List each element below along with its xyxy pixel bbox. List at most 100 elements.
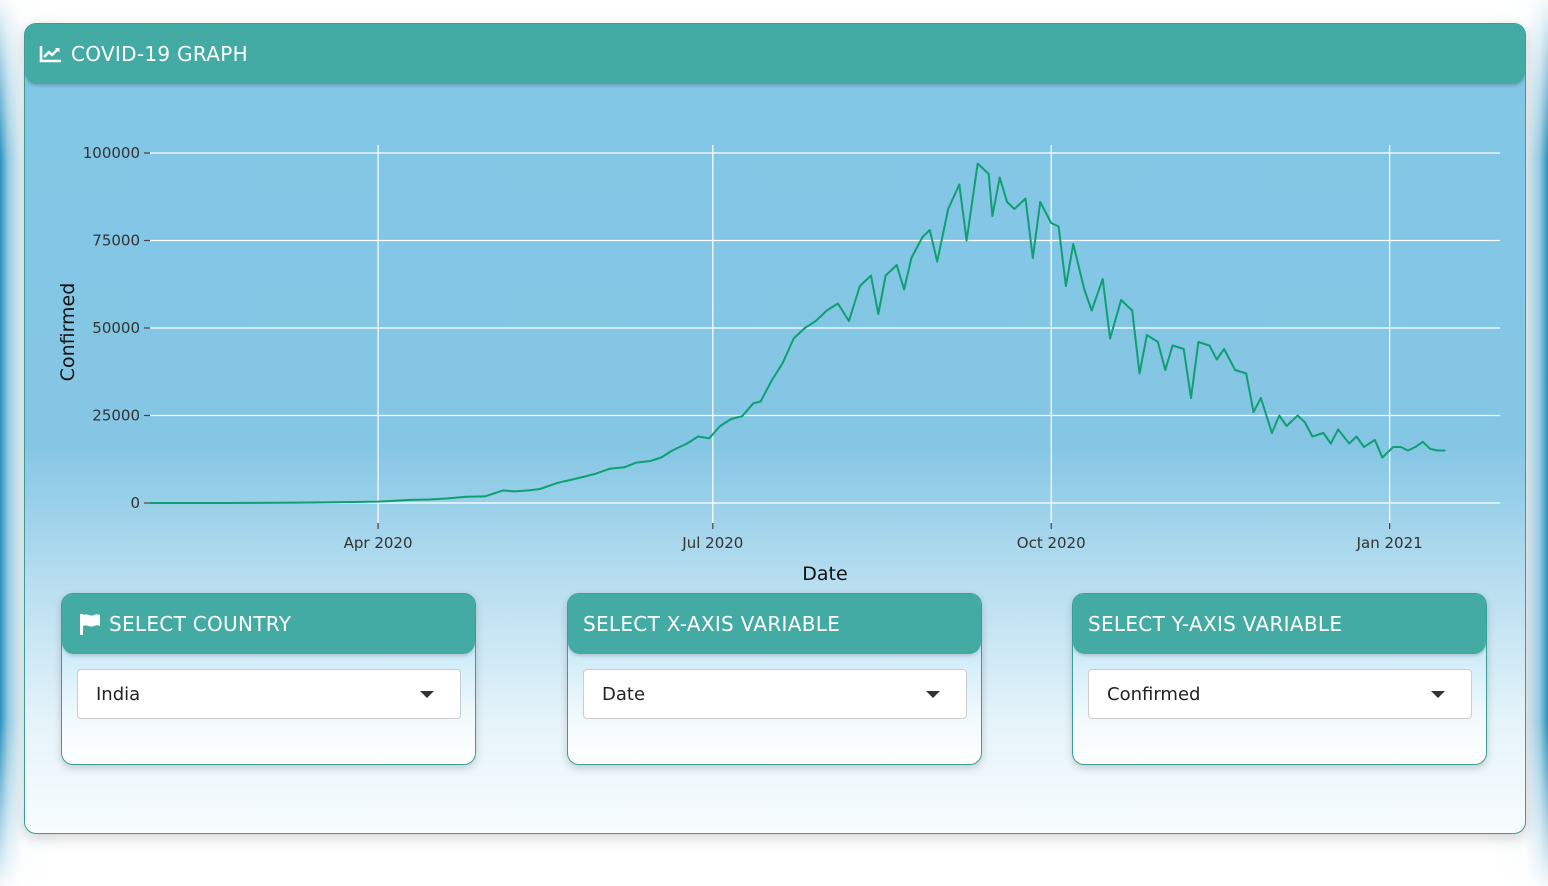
data-point: [226, 502, 229, 504]
data-point: [697, 435, 699, 438]
caret-down-icon[interactable]: [420, 691, 434, 698]
data-point: [1208, 344, 1211, 347]
data-point: [1304, 421, 1306, 424]
data-point: [998, 176, 1001, 179]
country-selector-card: SELECT COUNTRY India: [61, 593, 476, 765]
data-point: [884, 274, 887, 277]
data-point: [1329, 442, 1332, 445]
data-point: [1252, 411, 1255, 413]
caret-down-icon[interactable]: [926, 691, 940, 698]
data-point: [1109, 337, 1111, 340]
data-point: [741, 415, 744, 418]
data-point: [1197, 341, 1200, 343]
data-point: [903, 288, 905, 291]
data-point: [947, 208, 950, 210]
y-axis-selector-title: SELECT Y-AXIS VARIABLE: [1088, 612, 1343, 636]
data-point: [752, 402, 755, 405]
data-point: [719, 425, 722, 427]
data-point: [1381, 456, 1384, 459]
data-point: [1006, 201, 1008, 203]
data-point: [660, 456, 663, 459]
data-point: [149, 502, 151, 504]
x-tick-label: Jul 2020: [681, 534, 743, 552]
data-point: [1072, 243, 1075, 245]
data-point: [991, 215, 994, 217]
data-point: [686, 442, 688, 445]
data-point: [1182, 348, 1185, 350]
data-point: [1190, 397, 1192, 399]
data-point: [410, 499, 413, 501]
y-axis-dropdown[interactable]: Confirmed: [1088, 669, 1472, 719]
data-point: [895, 264, 898, 266]
y-tick-label: 100000: [83, 144, 140, 162]
y-tick-label: 25000: [92, 407, 140, 425]
covid-line-chart[interactable]: 0 25000 50000 75000 100000 Apr 2020 Jul 2020 Oc…: [0, 0, 1548, 600]
data-point: [921, 236, 924, 238]
data-point: [803, 327, 806, 329]
x-tick-label: Jan 2021: [1356, 534, 1423, 552]
y-tick-label: 50000: [92, 319, 140, 337]
data-point: [1278, 414, 1281, 417]
data-point: [870, 274, 872, 277]
y-axis-selector-header: SELECT Y-AXIS VARIABLE: [1073, 594, 1486, 654]
data-point: [1057, 225, 1060, 228]
data-point: [1363, 446, 1365, 448]
data-point: [296, 501, 298, 504]
data-point: [1157, 341, 1159, 343]
data-point: [1146, 334, 1148, 336]
data-point: [513, 490, 516, 493]
data-point: [928, 229, 931, 231]
data-point: [708, 437, 710, 440]
country-selector-title: SELECT COUNTRY: [109, 612, 292, 636]
x-axis-selector-card: SELECT X-AXIS VARIABLE Date: [567, 593, 982, 765]
data-point: [877, 313, 880, 315]
data-point: [1013, 208, 1016, 210]
data-point: [428, 498, 431, 501]
caret-down-icon[interactable]: [1431, 691, 1445, 698]
data-point: [594, 473, 596, 475]
x-axis-title: Date: [802, 563, 847, 585]
data-point: [1429, 447, 1431, 450]
data-point: [1311, 435, 1314, 438]
data-point: [1083, 288, 1086, 291]
country-selector-header: SELECT COUNTRY: [62, 594, 475, 654]
data-point: [1031, 257, 1034, 259]
x-tick-label: Apr 2020: [344, 534, 413, 552]
data-point: [1414, 446, 1417, 448]
data-point: [671, 449, 674, 452]
data-point: [649, 460, 652, 462]
y-axis-dropdown-value: Confirmed: [1107, 683, 1201, 705]
data-point: [781, 362, 784, 364]
data-point: [1407, 449, 1409, 452]
country-dropdown[interactable]: India: [77, 669, 461, 719]
data-point: [1120, 299, 1122, 301]
data-point: [1171, 344, 1174, 347]
data-point: [1131, 309, 1134, 312]
data-point: [623, 466, 626, 469]
data-point: [910, 257, 913, 259]
data-point: [837, 302, 839, 305]
data-point: [1322, 432, 1325, 434]
data-point: [759, 400, 762, 403]
x-axis-dropdown[interactable]: Date: [583, 669, 967, 719]
y-tick-label: 75000: [92, 232, 140, 250]
series-line[interactable]: [150, 162, 1445, 504]
data-point: [1050, 222, 1053, 224]
data-point: [465, 495, 468, 498]
data-point: [730, 418, 733, 420]
x-axis-dropdown-value: Date: [602, 683, 646, 705]
data-point: [1138, 372, 1141, 375]
x-axis-selector-header: SELECT X-AXIS VARIABLE: [568, 594, 981, 654]
data-point: [1164, 369, 1167, 371]
data-point: [848, 320, 850, 322]
data-point: [557, 481, 560, 484]
data-point: [608, 467, 611, 470]
y-axis-selector-card: SELECT Y-AXIS VARIABLE Confirmed: [1072, 593, 1487, 765]
data-point: [1348, 442, 1351, 445]
data-point: [1374, 439, 1376, 441]
data-point: [770, 379, 773, 382]
data-point: [1296, 414, 1299, 417]
data-point: [1223, 348, 1225, 350]
data-point: [1285, 425, 1288, 427]
data-point: [1024, 197, 1027, 200]
